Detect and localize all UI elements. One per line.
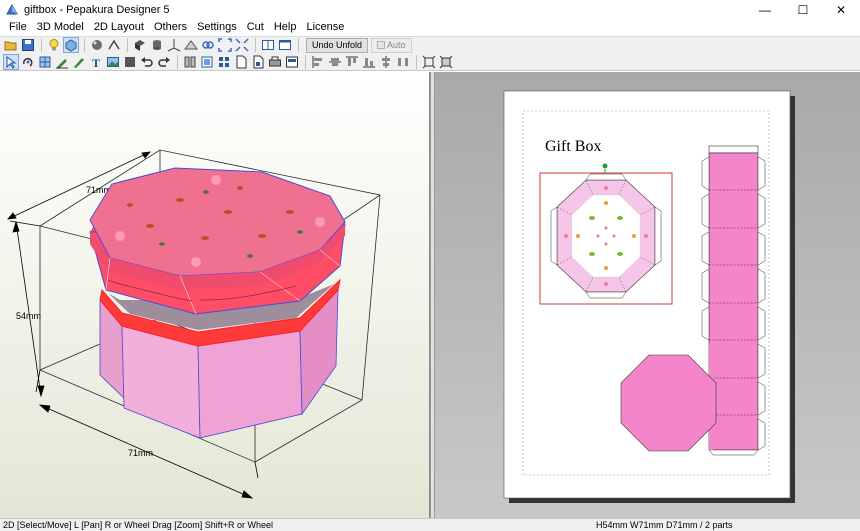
main-toolbar: Undo Unfold Auto [0, 36, 860, 53]
layout-icon[interactable] [216, 54, 232, 70]
select-parts-icon[interactable] [37, 54, 53, 70]
layout-toolbar: T [0, 53, 860, 71]
pencil-icon[interactable] [54, 54, 70, 70]
menu-others[interactable]: Others [149, 20, 192, 35]
menu-3d-model[interactable]: 3D Model [32, 20, 89, 35]
split-view-icon[interactable] [260, 37, 276, 53]
open-icon[interactable] [3, 37, 19, 53]
dim-bottom-label: 71mm [128, 448, 153, 458]
edge-icon[interactable] [106, 37, 122, 53]
flap-icon[interactable] [71, 54, 87, 70]
auto-checkbox[interactable] [377, 41, 386, 49]
dim-left-label: 54mm [16, 311, 41, 321]
close-button[interactable]: ✕ [822, 0, 860, 20]
maximize-button[interactable]: ☐ [784, 0, 822, 20]
align-left-icon[interactable] [310, 54, 326, 70]
cylinder-icon[interactable] [132, 37, 148, 53]
menu-help[interactable]: Help [269, 20, 302, 35]
page-setup-icon[interactable] [250, 54, 266, 70]
auto-toggle[interactable]: Auto [371, 37, 412, 53]
axis-icon[interactable] [149, 37, 165, 53]
text-icon[interactable]: T [88, 54, 104, 70]
menu-settings[interactable]: Settings [192, 20, 242, 35]
print-icon[interactable] [267, 54, 283, 70]
zoom-fit-icon[interactable] [421, 54, 437, 70]
pepakura-app-icon [6, 3, 18, 16]
image-icon[interactable] [105, 54, 121, 70]
title-bar: giftbox - Pepakura Designer 5 — ☐ ✕ [0, 0, 860, 20]
2d-layout-canvas[interactable]: Gift Box [435, 72, 860, 518]
link-icon[interactable] [183, 37, 199, 53]
expand-icon[interactable] [234, 37, 250, 53]
zoom-all-icon[interactable] [438, 54, 454, 70]
3d-view-canvas[interactable]: 71mm 54mm 71mm [0, 72, 430, 518]
zoom-icon[interactable] [217, 37, 233, 53]
align-top-icon[interactable] [344, 54, 360, 70]
auto-label: Auto [387, 39, 406, 50]
menu-cut[interactable]: Cut [242, 20, 269, 35]
body-bottom-part[interactable] [620, 354, 717, 452]
export-icon[interactable] [284, 54, 300, 70]
distribute-icon[interactable] [395, 54, 411, 70]
menu-license[interactable]: License [301, 20, 349, 35]
status-hint: 2D [Select/Move] L [Pan] R or Wheel Drag… [3, 520, 274, 530]
arrange-icon[interactable] [199, 54, 215, 70]
status-bar: 2D [Select/Move] L [Pan] R or Wheel Drag… [0, 518, 860, 531]
plane-icon[interactable] [166, 37, 182, 53]
page-icon[interactable] [233, 54, 249, 70]
join-icon[interactable] [182, 54, 198, 70]
align-center-icon[interactable] [327, 54, 343, 70]
window-title: giftbox - Pepakura Designer 5 [24, 4, 170, 16]
3d-view-icon[interactable] [63, 37, 79, 53]
menu-file[interactable]: File [4, 20, 32, 35]
svg-text:T: T [92, 56, 100, 69]
status-dimensions: H54mm W71mm D71mm / 2 parts [596, 520, 733, 530]
minimize-button[interactable]: — [746, 0, 784, 20]
grid-icon[interactable] [122, 54, 138, 70]
fit-icon[interactable] [200, 37, 216, 53]
light-bulb-icon[interactable] [46, 37, 62, 53]
menu-2d-layout[interactable]: 2D Layout [89, 20, 149, 35]
single-view-icon[interactable] [277, 37, 293, 53]
align-bottom-icon[interactable] [361, 54, 377, 70]
align-middle-icon[interactable] [378, 54, 394, 70]
menu-bar: File 3D Model 2D Layout Others Settings … [0, 20, 860, 35]
2d-layout-pane[interactable]: Gift Box [435, 72, 860, 518]
undo-icon[interactable] [139, 54, 155, 70]
rotate-icon[interactable] [20, 54, 36, 70]
texture-icon[interactable] [89, 37, 105, 53]
box-lid[interactable] [89, 167, 346, 315]
save-icon[interactable] [20, 37, 36, 53]
redo-icon[interactable] [156, 54, 172, 70]
page-title-text[interactable]: Gift Box [545, 138, 601, 155]
select-icon[interactable] [3, 53, 19, 70]
3d-view-pane[interactable]: 71mm 54mm 71mm [0, 72, 430, 518]
undo-unfold-button[interactable]: Undo Unfold [306, 37, 369, 53]
window-controls: — ☐ ✕ [746, 0, 860, 20]
